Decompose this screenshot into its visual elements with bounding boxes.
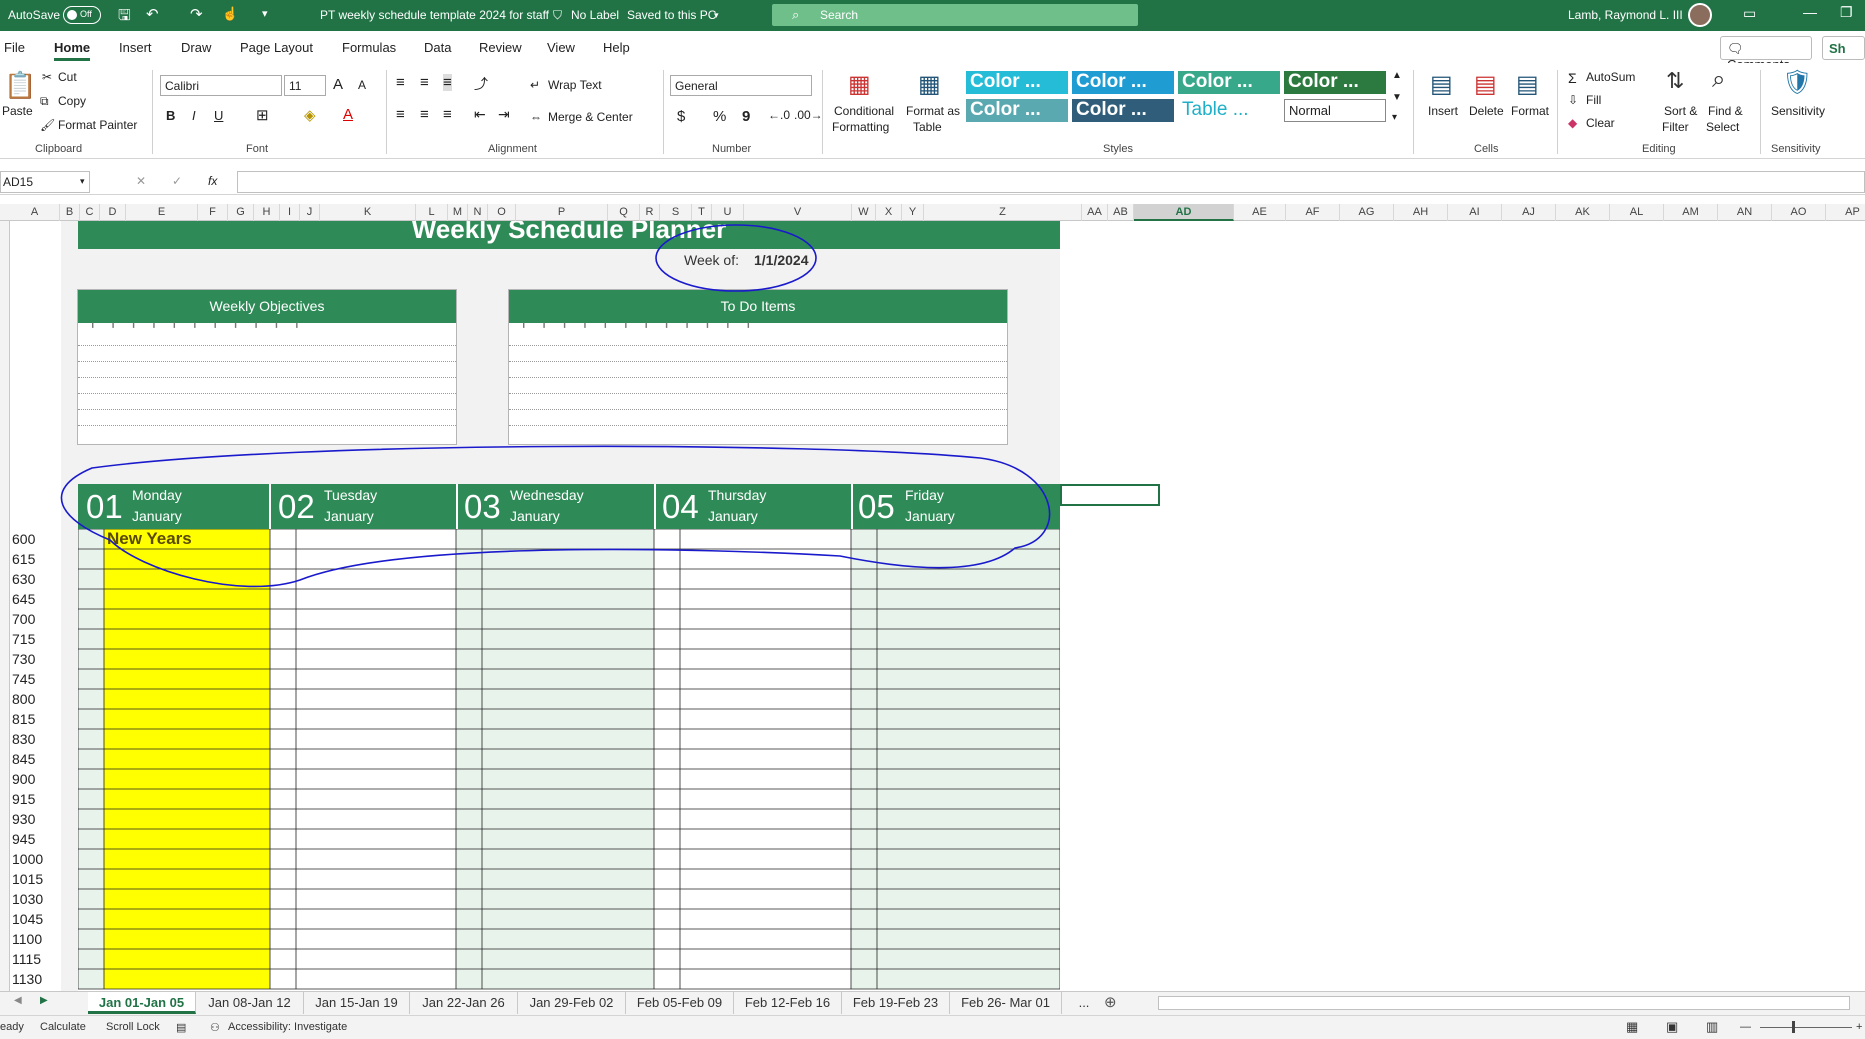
normal-view-icon[interactable]: ▦ (1626, 1019, 1638, 1035)
accessibility-icon: ⚇ (210, 1022, 220, 1034)
page-layout-view-icon[interactable]: ▣ (1666, 1019, 1678, 1035)
zoom-in-icon[interactable]: + (1856, 1021, 1862, 1033)
sheet-tab[interactable]: Jan 22-Jan 26 (410, 992, 518, 1014)
annotation-week-circle (655, 224, 817, 292)
zoom-thumb[interactable] (1792, 1021, 1795, 1033)
zoom-out-icon[interactable]: — (1740, 1021, 1751, 1033)
horizontal-scrollbar[interactable] (1158, 996, 1850, 1010)
sheet-tab-bar: ◀ ▶ Jan 01-Jan 05 Jan 08-Jan 12 Jan 15-J… (0, 991, 1865, 1015)
scroll-right-icon[interactable]: ▶ (40, 995, 48, 1006)
add-sheet-icon[interactable]: ⊕ (1104, 993, 1117, 1011)
sheet-tab[interactable]: Jan 08-Jan 12 (196, 992, 304, 1014)
zoom-slider[interactable] (1760, 1027, 1852, 1028)
sheet-tab[interactable]: Feb 12-Feb 16 (734, 992, 842, 1014)
sheet-tab[interactable]: Jan 15-Jan 19 (304, 992, 410, 1014)
sheet-tab[interactable]: Feb 26- Mar 01 (950, 992, 1062, 1014)
status-bar: eady Calculate Scroll Lock ▤ ⚇ Accessibi… (0, 1015, 1865, 1039)
annotation-overlay (60, 224, 1051, 588)
annotation-days-loop (60, 445, 1051, 588)
sheet-tab[interactable]: Jan 29-Feb 02 (518, 992, 626, 1014)
page-break-view-icon[interactable]: ▥ (1706, 1019, 1718, 1035)
macro-icon[interactable]: ▤ (176, 1021, 186, 1034)
scroll-left-icon[interactable]: ◀ (14, 995, 22, 1006)
more-sheets-button[interactable]: ... (1068, 992, 1100, 1014)
sheet-tab[interactable]: Jan 01-Jan 05 (88, 992, 196, 1014)
sheet-tab[interactable]: Feb 19-Feb 23 (842, 992, 950, 1014)
status-ready: eady (0, 1021, 24, 1033)
status-scroll-lock: Scroll Lock (106, 1021, 160, 1033)
status-accessibility[interactable]: Accessibility: Investigate (228, 1021, 347, 1033)
status-calculate[interactable]: Calculate (40, 1021, 86, 1033)
sheet-tab[interactable]: Feb 05-Feb 09 (626, 992, 734, 1014)
